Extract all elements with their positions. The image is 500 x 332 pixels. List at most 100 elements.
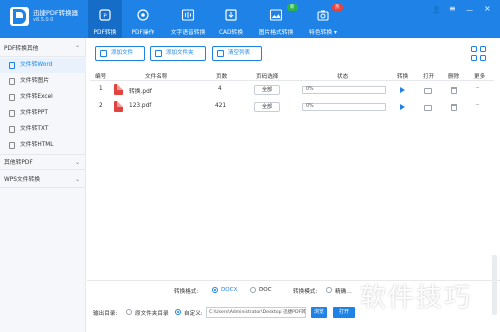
grid-view-icon[interactable]	[471, 46, 487, 62]
document-icon	[9, 62, 15, 69]
sidebar-item-image[interactable]: 文件转图片	[0, 74, 86, 89]
tab-label: PDF操作	[131, 30, 155, 36]
chevron-down-icon: ⌄	[74, 159, 80, 166]
header-convert: 转换	[397, 74, 409, 80]
sidebar-group-label: WPS文件转换	[4, 177, 41, 183]
trash-icon[interactable]	[451, 87, 457, 94]
chevron-up-icon: ⌃	[74, 45, 80, 52]
add-folder-button[interactable]: 添加文件夹	[150, 46, 206, 61]
add-file-icon	[100, 50, 107, 57]
add-file-button[interactable]: 添加文件	[95, 46, 145, 61]
sidebar-group-wps[interactable]: WPS文件转换 ⌄	[0, 172, 86, 188]
sidebar-item-ppt[interactable]: 文件转PPT	[0, 106, 86, 121]
sidebar-item-txt[interactable]: 文件转TXT	[0, 122, 86, 137]
sidebar-item-label: 文件转PPT	[20, 110, 48, 116]
output-label: 输出目录:	[93, 311, 118, 317]
page-select-button[interactable]: 全部	[254, 85, 280, 95]
pdf-operate-icon	[137, 9, 149, 21]
clear-icon	[217, 50, 224, 57]
button-label: 添加文件	[111, 50, 134, 56]
header-delete: 删除	[448, 74, 460, 80]
tab-special-convert[interactable]: 特色转换 ▾ 热	[302, 0, 344, 38]
file-name: 123.pdf	[129, 103, 152, 109]
tab-pdf-operate[interactable]: PDF操作	[126, 0, 160, 38]
tab-cad-convert[interactable]: CAD转换	[214, 0, 248, 38]
document-icon	[9, 126, 15, 133]
document-icon	[9, 110, 15, 117]
page-count: 4	[218, 86, 222, 92]
sidebar-item-label: 文件转图片	[20, 78, 49, 84]
user-icon[interactable]: 👤	[432, 6, 441, 14]
sidebar-group-pdf-convert[interactable]: PDF转换其他 ⌃	[0, 41, 86, 57]
original-dir-radio[interactable]	[126, 309, 132, 315]
sidebar-group-label: 其他转PDF	[4, 160, 33, 166]
button-label: 添加文件夹	[166, 50, 194, 56]
app-version: v8.5.0.0	[33, 17, 54, 23]
sidebar-item-word[interactable]: 文件转Word	[0, 58, 86, 73]
tab-image-convert[interactable]: 图片格式转换 新	[254, 0, 298, 38]
cad-icon	[225, 9, 237, 21]
mode-option-label: 精确…	[335, 289, 352, 295]
open-folder-button[interactable]: 打开	[333, 307, 355, 318]
tab-label: 特色转换 ▾	[309, 30, 337, 36]
sidebar-item-label: 文件转Excel	[20, 94, 53, 100]
tab-pdf-convert[interactable]: P PDF转换	[88, 0, 122, 38]
clear-list-button[interactable]: 清空列表	[212, 46, 262, 61]
progress-bar: 0%	[302, 86, 386, 94]
menu-icon[interactable]: ≡	[449, 4, 456, 13]
sidebar-group-to-pdf[interactable]: 其他转PDF ⌄	[0, 154, 86, 170]
row-number: 1	[99, 86, 103, 92]
sidebar-item-label: 文件转TXT	[20, 126, 49, 132]
tab-label: 图片格式转换	[258, 30, 294, 36]
folder-icon[interactable]	[424, 105, 432, 111]
title-bar: 迅捷PDF转换器 v8.5.0.0 P PDF转换 PDF操作 文字语音转换 C…	[0, 0, 500, 38]
pdf-file-icon	[114, 101, 123, 112]
chevron-down-icon: ⌄	[74, 176, 80, 183]
minimize-icon[interactable]: —	[466, 6, 473, 14]
custom-dir-radio[interactable]	[175, 309, 181, 315]
docx-label: DOCX	[221, 287, 238, 293]
hot-badge: 热	[332, 4, 343, 11]
sidebar-item-html[interactable]: 文件转HTML	[0, 138, 86, 153]
close-icon[interactable]: ×	[484, 4, 491, 13]
folder-icon[interactable]	[424, 88, 432, 94]
doc-label: DOC	[259, 287, 272, 293]
doc-radio[interactable]	[250, 287, 256, 293]
more-icon[interactable]: ···	[475, 101, 480, 109]
camera-icon	[317, 10, 329, 21]
svg-text:P: P	[103, 14, 107, 20]
document-icon	[9, 142, 15, 149]
sidebar: PDF转换其他 ⌃ 文件转Word 文件转图片 文件转Excel 文件转PPT …	[0, 38, 86, 332]
browse-button[interactable]: 浏览	[311, 307, 327, 318]
sidebar-item-label: 文件转HTML	[20, 142, 54, 148]
header-page-select: 页码选择	[256, 74, 279, 80]
app-logo	[10, 7, 29, 26]
scrollbar[interactable]	[492, 255, 497, 315]
document-icon	[9, 78, 15, 85]
document-icon	[9, 94, 15, 101]
pdf-convert-icon: P	[99, 9, 111, 21]
custom-dir-label: 自定义:	[184, 311, 203, 317]
header-more: 更多	[474, 74, 486, 80]
page-count: 421	[215, 103, 227, 109]
sidebar-group-label: PDF转换其他	[4, 46, 39, 52]
original-dir-label: 原文件夹目录	[135, 311, 169, 317]
more-icon[interactable]: ···	[475, 84, 480, 92]
play-icon[interactable]	[400, 104, 405, 110]
header-divider	[90, 80, 494, 81]
button-label: 清空列表	[228, 50, 251, 56]
mode-radio[interactable]	[326, 287, 332, 293]
trash-icon[interactable]	[451, 104, 457, 111]
output-path-input[interactable]: C:\Users\Administrator\Desktop 迅捷PDF转换	[206, 307, 306, 318]
tab-voice-convert[interactable]: 文字语音转换	[166, 0, 210, 38]
play-icon[interactable]	[400, 87, 405, 93]
header-status: 状态	[337, 74, 349, 80]
sidebar-item-excel[interactable]: 文件转Excel	[0, 90, 86, 105]
tab-label: PDF转换	[93, 30, 117, 36]
format-label: 转换格式:	[174, 289, 199, 295]
tab-label: CAD转换	[218, 30, 244, 36]
tab-label: 文字语音转换	[170, 30, 206, 36]
app-name: 迅捷PDF转换器	[33, 9, 79, 17]
docx-radio[interactable]	[212, 287, 218, 293]
page-select-button[interactable]: 全部	[254, 102, 280, 112]
